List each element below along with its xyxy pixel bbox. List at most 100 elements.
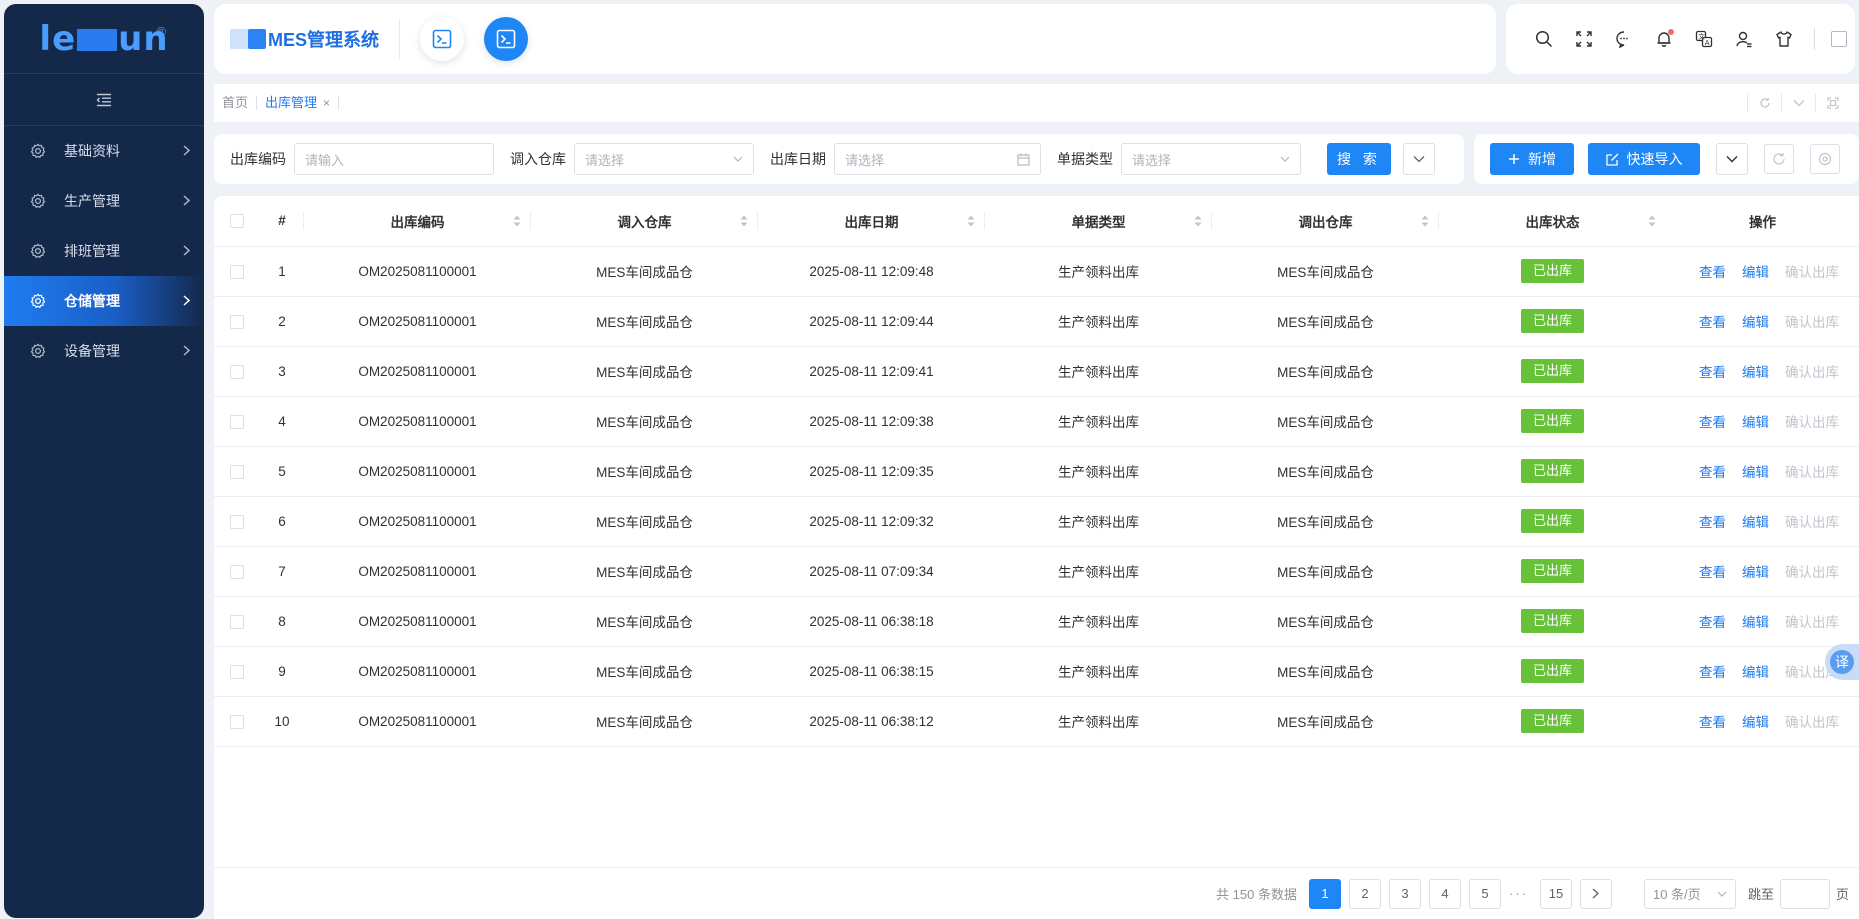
view-link[interactable]: 查看 [1699,311,1726,331]
confirm-outbound-link[interactable]: 确认出库 [1785,511,1839,531]
expand-filters-button[interactable] [1403,143,1435,175]
row-checkbox[interactable] [214,446,260,497]
edit-link[interactable]: 编辑 [1742,361,1769,381]
sidebar-item-1[interactable]: 生产管理 [4,176,204,226]
page-last[interactable]: 15 [1539,878,1572,909]
row-checkbox[interactable] [214,546,260,597]
row-checkbox[interactable] [214,496,260,547]
page-3[interactable]: 3 [1388,878,1421,909]
terminal-shortcut-button[interactable] [420,17,465,61]
confirm-outbound-link[interactable]: 确认出库 [1785,561,1839,581]
cell-doc-type: 生产领料出库 [985,596,1212,647]
in-warehouse-select[interactable]: 请选择 [574,143,754,175]
sidebar-item-4[interactable]: 设备管理 [4,326,204,376]
confirm-outbound-link[interactable]: 确认出库 [1785,311,1839,331]
cell-doc-type: 生产领料出库 [985,696,1212,747]
sidebar-item-3[interactable]: 仓储管理 [4,276,204,326]
select-all-checkbox[interactable] [214,196,260,247]
col-status[interactable]: 出库状态 [1439,196,1666,247]
search-button[interactable]: 搜 索 [1327,143,1391,175]
row-checkbox[interactable] [214,296,260,347]
view-link[interactable]: 查看 [1699,711,1726,731]
page-4[interactable]: 4 [1428,878,1461,909]
row-checkbox[interactable] [214,646,260,697]
edit-link[interactable]: 编辑 [1742,711,1769,731]
page-ellipsis[interactable]: ··· [1509,886,1528,901]
tab-outbound-management[interactable]: 出库管理 × [257,96,340,110]
edit-link[interactable]: 编辑 [1742,661,1769,681]
view-link[interactable]: 查看 [1699,511,1726,531]
page-1[interactable]: 1 [1308,878,1341,909]
tab-home[interactable]: 首页 [214,96,258,110]
menu-collapse-button[interactable] [4,74,204,126]
row-checkbox[interactable] [214,696,260,747]
refresh-tab-button[interactable] [1747,94,1781,112]
confirm-outbound-link[interactable]: 确认出库 [1785,611,1839,631]
message-button[interactable] [1604,19,1644,59]
quick-import-button[interactable]: 快速导入 [1588,143,1700,175]
edit-link[interactable]: 编辑 [1742,311,1769,331]
page-size-select[interactable]: 10 条/页 [1643,878,1736,909]
sort-icon[interactable] [740,215,748,230]
jump-page-input[interactable] [1779,878,1830,909]
cell-operations: 查看 编辑 确认出库 [1666,496,1859,547]
confirm-outbound-link[interactable]: 确认出库 [1785,261,1839,281]
edit-link[interactable]: 编辑 [1742,411,1769,431]
sidebar-item-2[interactable]: 排班管理 [4,226,204,276]
more-actions-button[interactable] [1716,143,1748,175]
tab-dropdown-button[interactable] [1781,94,1815,112]
maximize-button[interactable] [1815,94,1849,112]
col-outbound-date[interactable]: 出库日期 [758,196,985,247]
sidebar-item-0[interactable]: 基础资料 [4,126,204,176]
sort-icon[interactable] [1194,215,1202,230]
theme-button[interactable] [1764,19,1804,59]
confirm-outbound-link[interactable]: 确认出库 [1785,461,1839,481]
edit-link[interactable]: 编辑 [1742,461,1769,481]
sort-icon[interactable] [513,215,521,230]
sort-icon[interactable] [1421,215,1429,230]
date-picker[interactable]: 请选择 [834,143,1041,175]
doc-type-select[interactable]: 请选择 [1121,143,1301,175]
row-checkbox[interactable] [214,346,260,397]
col-out-warehouse[interactable]: 调出仓库 [1212,196,1439,247]
notification-button[interactable] [1644,19,1684,59]
cell-outbound-date: 2025-08-11 12:09:38 [758,396,985,447]
search-button[interactable] [1524,19,1564,59]
add-button[interactable]: 新增 [1490,143,1574,175]
col-in-warehouse[interactable]: 调入仓库 [531,196,758,247]
row-checkbox[interactable] [214,396,260,447]
col-doc-type[interactable]: 单据类型 [985,196,1212,247]
edit-link[interactable]: 编辑 [1742,561,1769,581]
confirm-outbound-link[interactable]: 确认出库 [1785,711,1839,731]
confirm-outbound-link[interactable]: 确认出库 [1785,411,1839,431]
view-link[interactable]: 查看 [1699,661,1726,681]
column-settings-button[interactable] [1810,144,1840,174]
col-outbound-code[interactable]: 出库编码 [304,196,531,247]
language-button[interactable]: 文A [1684,19,1724,59]
outbound-code-input[interactable]: 请输入 [294,143,494,175]
edit-link[interactable]: 编辑 [1742,611,1769,631]
view-link[interactable]: 查看 [1699,611,1726,631]
page-5[interactable]: 5 [1468,878,1501,909]
confirm-outbound-link[interactable]: 确认出库 [1785,361,1839,381]
view-link[interactable]: 查看 [1699,561,1726,581]
next-page-button[interactable] [1579,878,1612,909]
edit-link[interactable]: 编辑 [1742,511,1769,531]
view-link[interactable]: 查看 [1699,411,1726,431]
row-checkbox[interactable] [214,246,260,297]
sort-icon[interactable] [1648,215,1656,230]
sort-icon[interactable] [967,215,975,230]
view-link[interactable]: 查看 [1699,261,1726,281]
fullscreen-button[interactable] [1564,19,1604,59]
refresh-button[interactable] [1764,144,1794,174]
page-2[interactable]: 2 [1348,878,1381,909]
terminal-active-button[interactable] [484,17,529,61]
row-checkbox[interactable] [214,596,260,647]
user-settings-button[interactable] [1724,19,1764,59]
close-icon[interactable]: × [323,96,330,110]
view-link[interactable]: 查看 [1699,361,1726,381]
edit-link[interactable]: 编辑 [1742,261,1769,281]
view-link[interactable]: 查看 [1699,461,1726,481]
translate-float-button[interactable]: 译 [1825,644,1859,680]
avatar[interactable] [1831,31,1847,47]
